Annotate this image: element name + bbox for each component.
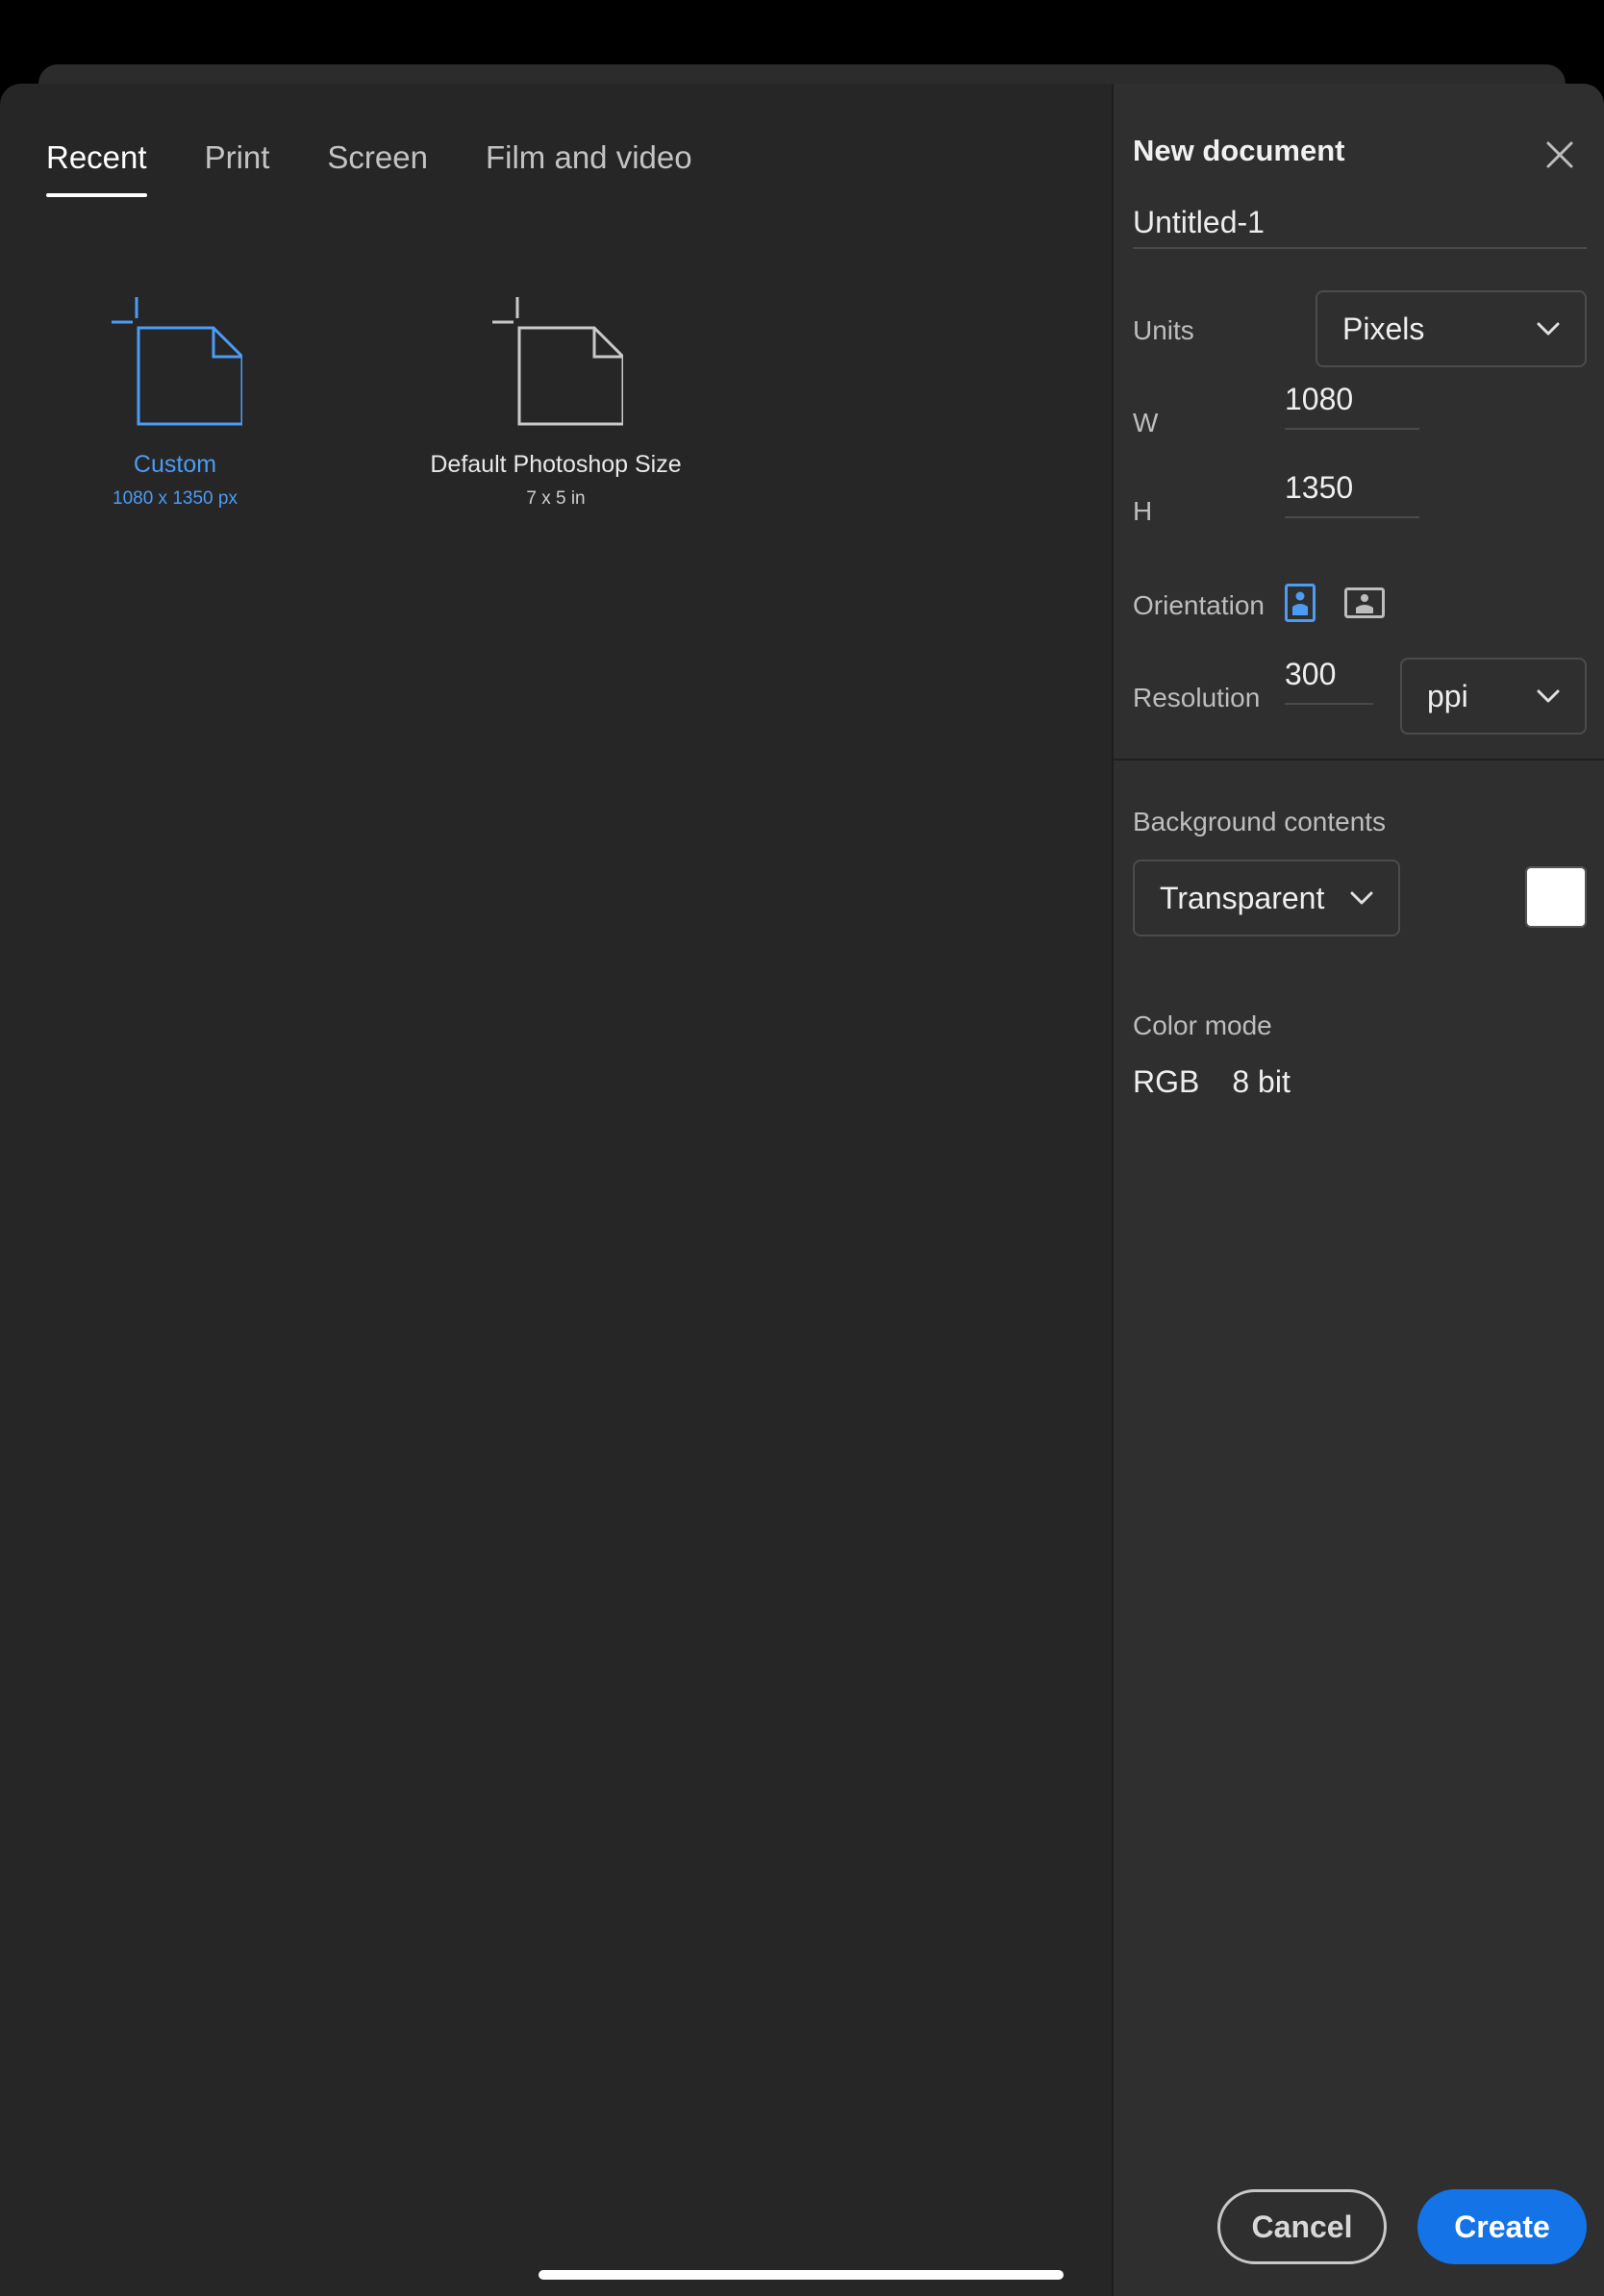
resolution-label: Resolution xyxy=(1133,683,1261,712)
home-indicator[interactable] xyxy=(539,2270,1064,2280)
preset-default-photoshop-size[interactable]: Default Photoshop Size 7 x 5 in xyxy=(412,295,700,510)
width-field[interactable]: 1080 xyxy=(1285,370,1419,430)
background-contents-label: Background contents xyxy=(1133,807,1387,836)
preset-name: Default Photoshop Size xyxy=(430,451,682,478)
height-field[interactable]: 1350 xyxy=(1285,459,1419,518)
units-label: Units xyxy=(1133,315,1194,345)
portrait-orientation-icon[interactable] xyxy=(1285,584,1316,622)
color-mode-values[interactable]: RGB 8 bit xyxy=(1133,1064,1291,1100)
orientation-label: Orientation xyxy=(1133,590,1265,620)
preset-size: 7 x 5 in xyxy=(526,488,586,509)
preset-name: Custom xyxy=(133,451,217,478)
bit-depth-value: 8 bit xyxy=(1232,1064,1291,1099)
background-color-swatch[interactable] xyxy=(1525,866,1587,928)
tab-recent[interactable]: Recent xyxy=(46,139,147,197)
presets-area: Recent Print Screen Film and video Custo… xyxy=(0,84,1111,2296)
tab-print[interactable]: Print xyxy=(205,139,270,197)
document-name-input[interactable] xyxy=(1133,197,1587,249)
close-icon[interactable] xyxy=(1542,137,1577,172)
new-document-icon xyxy=(112,297,242,426)
tab-screen[interactable]: Screen xyxy=(327,139,428,197)
create-button[interactable]: Create xyxy=(1417,2189,1587,2264)
resolution-unit-dropdown[interactable]: ppi xyxy=(1400,658,1587,735)
document-settings-panel: New document Units Pixels W 1080 H 1350 … xyxy=(1112,84,1604,2296)
new-document-dialog: Recent Print Screen Film and video Custo… xyxy=(0,84,1604,2296)
width-label: W xyxy=(1133,408,1159,437)
color-mode-label: Color mode xyxy=(1133,1011,1272,1040)
resolution-unit-value: ppi xyxy=(1427,678,1468,713)
preset-custom[interactable]: Custom 1080 x 1350 px xyxy=(31,295,319,510)
background-contents-value: Transparent xyxy=(1160,880,1325,915)
chevron-down-icon xyxy=(1537,322,1560,336)
section-divider xyxy=(1114,759,1604,761)
units-dropdown[interactable]: Pixels xyxy=(1316,290,1587,367)
preset-size: 1080 x 1350 px xyxy=(113,488,238,509)
cancel-button[interactable]: Cancel xyxy=(1217,2189,1387,2264)
new-document-icon xyxy=(492,297,623,426)
height-label: H xyxy=(1133,496,1153,526)
chevron-down-icon xyxy=(1537,689,1560,703)
color-mode-value: RGB xyxy=(1133,1064,1200,1099)
tab-film-and-video[interactable]: Film and video xyxy=(486,139,692,197)
landscape-orientation-icon[interactable] xyxy=(1344,587,1385,618)
preset-category-tabs: Recent Print Screen Film and video xyxy=(46,139,692,197)
panel-title: New document xyxy=(1133,134,1345,167)
units-value: Pixels xyxy=(1342,311,1425,346)
chevron-down-icon xyxy=(1350,891,1373,905)
resolution-field[interactable]: 300 xyxy=(1285,645,1373,705)
background-contents-dropdown[interactable]: Transparent xyxy=(1133,860,1400,936)
